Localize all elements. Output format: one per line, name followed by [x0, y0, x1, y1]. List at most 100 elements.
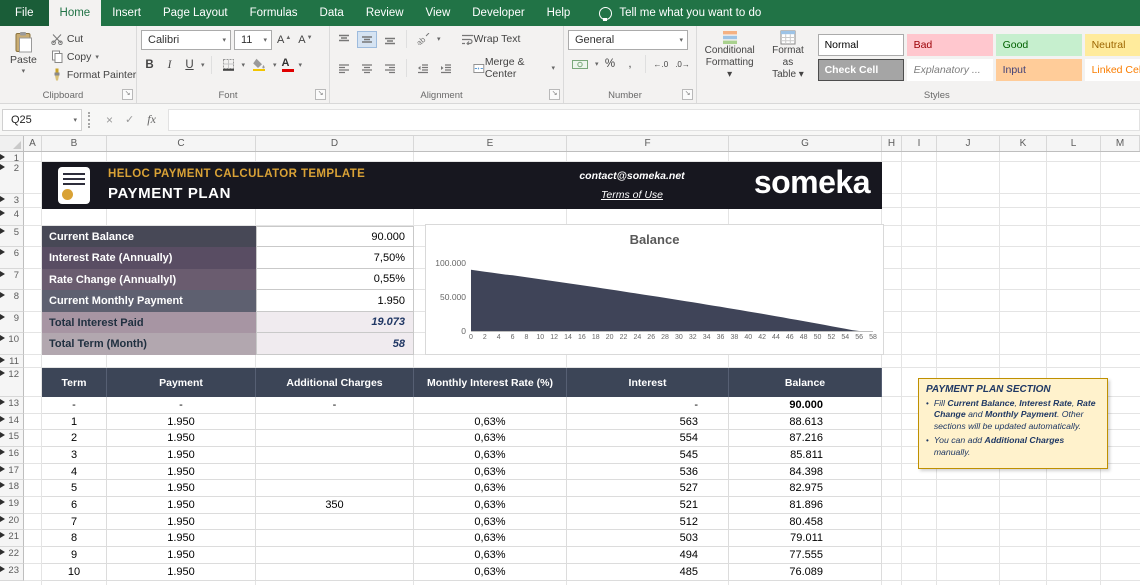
row-header-2[interactable]: 2 [0, 162, 24, 194]
number-dialog-launcher[interactable]: ↘ [682, 89, 693, 100]
col-header-d[interactable]: D [256, 136, 414, 151]
payment-cell[interactable]: - [567, 397, 729, 414]
style-input[interactable]: Input [995, 59, 1082, 81]
col-header-h[interactable]: H [882, 136, 902, 151]
payment-cell[interactable]: 81.896 [729, 497, 882, 514]
top-align-button[interactable] [334, 31, 354, 48]
payment-cell[interactable]: 90.000 [729, 397, 882, 414]
style-normal[interactable]: Normal [817, 34, 904, 56]
payment-cell[interactable]: 563 [567, 414, 729, 430]
row-header-20[interactable]: 20 [0, 514, 24, 530]
col-header-b[interactable]: B [42, 136, 107, 151]
payment-cell[interactable] [256, 414, 414, 430]
payment-cell[interactable]: 82.975 [729, 480, 882, 497]
payment-cell[interactable]: - [107, 397, 256, 414]
info-value-current-monthly-payment[interactable]: 1.950 [256, 290, 414, 312]
payment-cell[interactable] [256, 430, 414, 447]
row-header-19[interactable]: 19 [0, 497, 24, 514]
merge-center-button[interactable]: Merge & Center ▾ [469, 53, 559, 83]
tab-review[interactable]: Review [355, 0, 415, 26]
row-header-9[interactable]: 9 [0, 312, 24, 333]
middle-align-button[interactable] [357, 30, 377, 48]
tab-view[interactable]: View [415, 0, 462, 26]
payment-cell[interactable]: 1 [42, 414, 107, 430]
tell-me-box[interactable]: Tell me what you want to do [599, 0, 761, 26]
payment-cell[interactable]: 84.398 [729, 464, 882, 480]
payment-cell[interactable]: 79.011 [729, 530, 882, 547]
col-header-k[interactable]: K [1000, 136, 1047, 151]
decrease-decimal-button[interactable]: .0→ [673, 59, 692, 70]
row-header-6[interactable]: 6 [0, 247, 24, 269]
payment-cell[interactable]: 512 [567, 514, 729, 530]
align-right-button[interactable] [380, 60, 400, 77]
row-header-4[interactable]: 4 [0, 208, 24, 226]
terms-of-use-link[interactable]: Terms of Use [542, 189, 722, 201]
italic-button[interactable]: I [161, 58, 178, 72]
row-header-15[interactable]: 15 [0, 430, 24, 447]
name-box[interactable]: Q25 ▾ [2, 108, 82, 131]
payment-cell[interactable] [256, 464, 414, 480]
tab-data[interactable]: Data [309, 0, 355, 26]
payment-cell[interactable]: 536 [567, 464, 729, 480]
payment-cell[interactable]: - [42, 397, 107, 414]
payment-cell[interactable]: 0,63% [414, 430, 567, 447]
row-header-8[interactable]: 8 [0, 290, 24, 312]
tab-page-layout[interactable]: Page Layout [152, 0, 239, 26]
payment-cell[interactable]: 0,63% [414, 497, 567, 514]
payment-cell[interactable] [256, 564, 414, 581]
wrap-text-button[interactable]: Wrap Text [457, 30, 525, 48]
col-header-c[interactable]: C [107, 136, 256, 151]
balance-chart[interactable]: Balance 100.000 50.000 0 0 2 4 6 8 10 12 14 16 18 20 2… [425, 224, 884, 355]
orientation-button[interactable]: ab [413, 30, 434, 48]
payment-cell[interactable]: 1.950 [107, 514, 256, 530]
payment-cell[interactable]: 1.950 [107, 447, 256, 464]
payment-cell[interactable]: 5 [42, 480, 107, 497]
clipboard-dialog-launcher[interactable]: ↘ [122, 89, 133, 100]
payment-cell[interactable]: 1.950 [107, 497, 256, 514]
style-check-cell[interactable]: Check Cell [817, 59, 904, 81]
table-header-additional-charges[interactable]: Additional Charges [256, 368, 414, 397]
formula-input[interactable] [167, 108, 1140, 131]
payment-cell[interactable]: 2 [42, 430, 107, 447]
row-header-11[interactable]: 11 [0, 355, 24, 368]
contact-email[interactable]: contact@someka.net [542, 170, 722, 182]
payment-cell[interactable]: 1.950 [107, 480, 256, 497]
row-header-1[interactable]: 1 [0, 152, 24, 164]
font-color-button[interactable]: A [280, 57, 296, 72]
payment-cell[interactable]: 4 [42, 464, 107, 480]
comma-style-button[interactable]: , [622, 57, 639, 71]
bottom-align-button[interactable] [380, 31, 400, 48]
payment-cell[interactable] [256, 547, 414, 564]
info-value-rate-change-annuallyl[interactable]: 0,55% [256, 269, 414, 290]
col-header-g[interactable]: G [729, 136, 882, 151]
select-all-corner[interactable] [0, 136, 24, 151]
borders-button[interactable] [218, 55, 239, 74]
tab-help[interactable]: Help [536, 0, 582, 26]
col-header-e[interactable]: E [414, 136, 567, 151]
cut-button[interactable]: Cut [51, 33, 136, 45]
payment-cell[interactable]: 6 [42, 497, 107, 514]
payment-cell[interactable]: 0,63% [414, 464, 567, 480]
payment-cell[interactable]: 7 [42, 514, 107, 530]
row-header-18[interactable]: 18 [0, 480, 24, 497]
payment-cell[interactable]: 485 [567, 564, 729, 581]
payment-cell[interactable]: 0,63% [414, 480, 567, 497]
font-family-select[interactable]: Calibri ▾ [141, 30, 231, 50]
formula-bar-drag-handle[interactable] [88, 111, 93, 128]
col-header-j[interactable]: J [937, 136, 1000, 151]
align-center-button[interactable] [357, 60, 377, 77]
row-header-21[interactable]: 21 [0, 530, 24, 547]
row-header-5[interactable]: 5 [0, 226, 24, 247]
payment-cell[interactable]: 0,63% [414, 547, 567, 564]
payment-cell[interactable]: 521 [567, 497, 729, 514]
payment-cell[interactable] [256, 447, 414, 464]
payment-cell[interactable]: 3 [42, 447, 107, 464]
style-explanatory[interactable]: Explanatory ... [906, 59, 993, 81]
row-header-12[interactable]: 12 [0, 368, 24, 397]
enter-icon[interactable]: ✓ [119, 113, 140, 126]
table-header-payment[interactable]: Payment [107, 368, 256, 397]
font-size-select[interactable]: 11 ▾ [234, 30, 272, 50]
payment-cell[interactable] [256, 514, 414, 530]
payment-cell[interactable]: - [256, 397, 414, 414]
col-header-m[interactable]: M [1101, 136, 1140, 151]
